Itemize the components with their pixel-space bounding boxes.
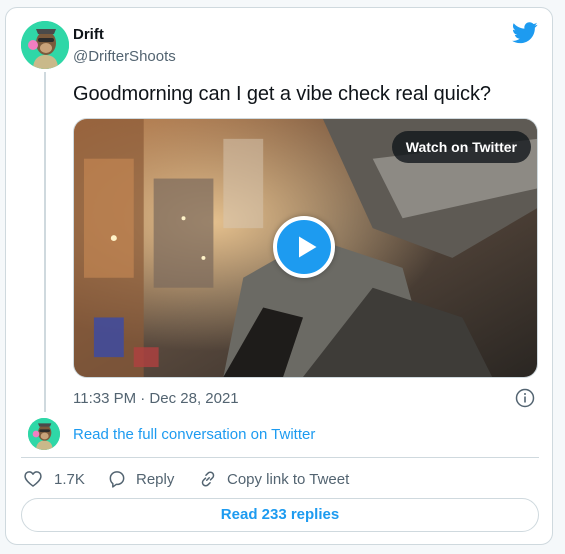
tweet-card: Drift @DrifterShoots Goodmorning can I g… — [5, 7, 553, 545]
author-handle[interactable]: @DrifterShoots — [73, 48, 176, 65]
play-icon — [299, 236, 317, 258]
watch-on-twitter-button[interactable]: Watch on Twitter — [391, 131, 531, 163]
heart-icon — [24, 471, 42, 487]
thread-line — [44, 72, 46, 412]
speech-bubble-icon — [109, 471, 125, 488]
info-icon[interactable] — [515, 388, 535, 408]
link-icon — [201, 471, 215, 487]
author-avatar-small[interactable] — [28, 418, 60, 450]
read-replies-button[interactable]: Read 233 replies — [21, 498, 539, 532]
video-player[interactable]: Watch on Twitter — [73, 118, 538, 378]
reply-button[interactable]: Reply — [107, 468, 174, 490]
ape-avatar-icon — [21, 21, 69, 69]
play-button[interactable] — [273, 216, 335, 278]
author-name[interactable]: Drift — [73, 26, 104, 43]
divider — [21, 457, 539, 458]
twitter-bird-icon[interactable] — [512, 22, 538, 44]
copy-link-label: Copy link to Tweet — [227, 470, 350, 488]
reply-label: Reply — [136, 470, 175, 488]
read-conversation-link[interactable]: Read the full conversation on Twitter — [73, 426, 315, 443]
ape-avatar-icon — [28, 418, 60, 450]
copy-link-button[interactable]: Copy link to Tweet — [198, 468, 349, 490]
tweet-timestamp[interactable]: 11:33 PM · Dec 28, 2021 — [73, 390, 239, 407]
author-avatar[interactable] — [21, 21, 69, 69]
like-count: 1.7K — [54, 470, 85, 488]
like-button[interactable]: 1.7K — [23, 468, 85, 490]
tweet-text: Goodmorning can I get a vibe check real … — [73, 83, 491, 105]
